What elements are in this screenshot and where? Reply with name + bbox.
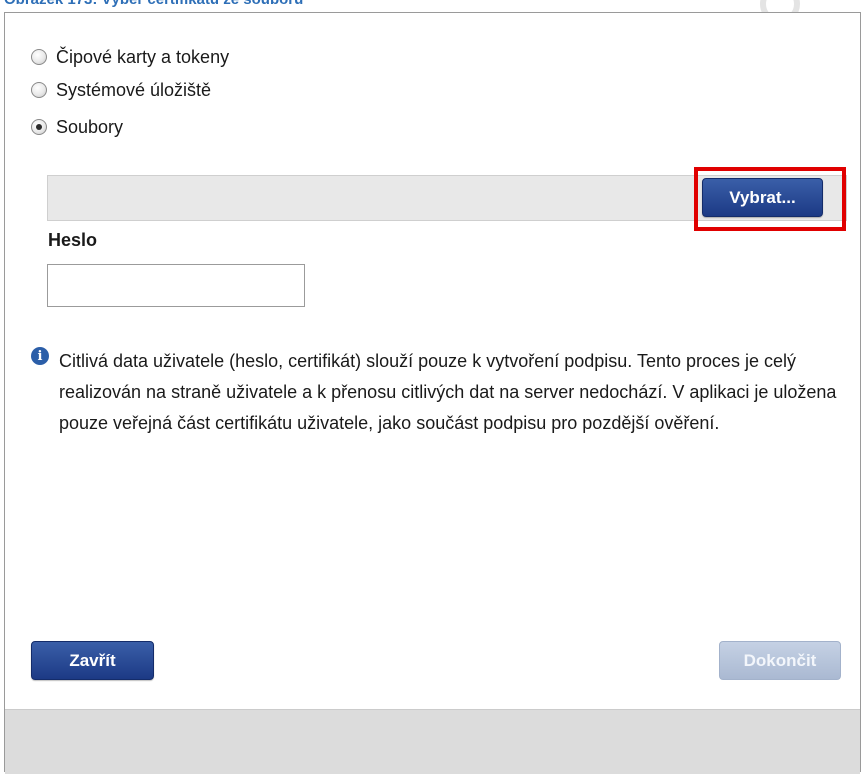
option-smart-cards[interactable]: Čipové karty a tokeny: [31, 44, 229, 70]
password-input[interactable]: [47, 264, 305, 307]
highlight-frame: [694, 167, 846, 231]
info-text: Citlivá data uživatele (heslo, certifiká…: [59, 351, 837, 433]
dialog-footer: [5, 709, 860, 774]
option-label: Soubory: [56, 116, 124, 137]
option-label: Čipové karty a tokeny: [56, 46, 230, 67]
radio-system-storage[interactable]: [31, 82, 47, 98]
option-system-storage[interactable]: Systémové úložiště: [31, 77, 211, 103]
radio-files[interactable]: [31, 119, 47, 135]
close-button[interactable]: Zavřít: [31, 641, 154, 680]
finish-button: Dokončit: [719, 641, 841, 680]
option-label: Systémové úložiště: [56, 79, 212, 100]
figure-caption: Obrázek 173: Výběr certifikátu ze soubor…: [4, 0, 303, 9]
certificate-dialog: Čipové karty a tokeny Systémové úložiště…: [4, 12, 861, 774]
radio-smart-cards[interactable]: [31, 49, 47, 65]
info-icon: i: [31, 347, 49, 365]
option-files[interactable]: Soubory: [31, 114, 123, 140]
password-label: Heslo: [48, 230, 98, 250]
